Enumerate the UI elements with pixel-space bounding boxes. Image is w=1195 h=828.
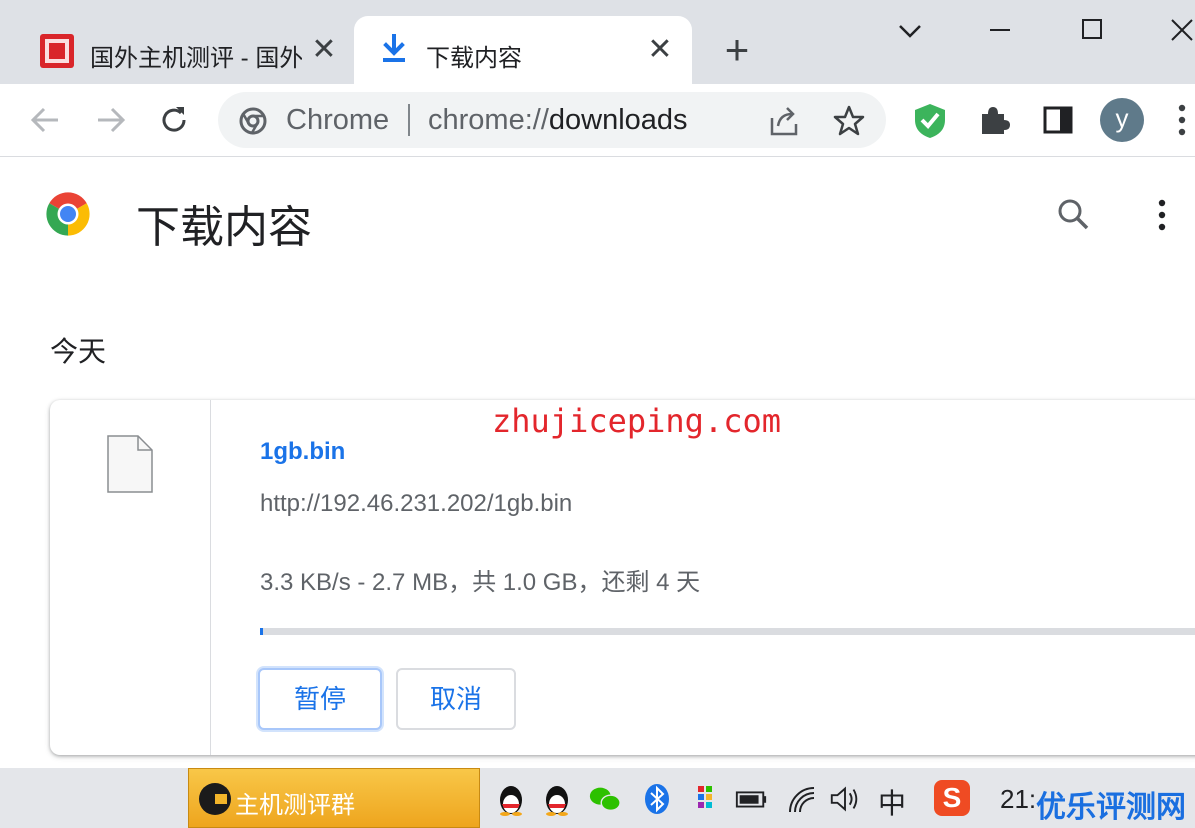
cancel-button[interactable]: 取消 (396, 668, 516, 730)
bluetooth-icon[interactable] (640, 782, 674, 816)
download-url-link[interactable]: http://192.46.231.202/1gb.bin (260, 490, 572, 518)
progress-bar-fill (260, 628, 263, 635)
group-avatar-icon (199, 783, 231, 815)
file-icon (107, 435, 153, 493)
chrome-logo-icon (239, 107, 267, 135)
download-icon (383, 34, 405, 62)
side-panel-icon[interactable] (1040, 102, 1076, 138)
tab-inactive[interactable]: 国外主机测评 - 国外 ✕ (18, 16, 352, 84)
ime-indicator[interactable]: 中 (878, 782, 906, 822)
close-icon[interactable]: ✕ (642, 32, 678, 68)
site-favicon-icon (40, 34, 74, 68)
qq-icon[interactable] (540, 782, 574, 816)
taskbar-app-qq-group[interactable]: 主机测评群 (188, 768, 480, 828)
qq-icon[interactable] (494, 782, 528, 816)
color-grid-icon[interactable] (688, 782, 722, 816)
search-icon[interactable] (1052, 193, 1094, 235)
omnibox-divider (408, 104, 410, 136)
close-icon[interactable]: ✕ (306, 32, 342, 68)
omnibox-chip: Chrome (286, 104, 390, 136)
toolbar: Chrome chrome://downloads y (0, 84, 1195, 157)
card-divider (210, 400, 211, 755)
tab-search-chevron-icon[interactable] (886, 6, 934, 54)
share-icon[interactable] (766, 104, 802, 138)
close-window-icon[interactable] (1158, 6, 1195, 54)
brand-watermark: 优乐评测网 (1036, 791, 1186, 824)
site-watermark: zhujiceping.com (492, 402, 781, 440)
download-status: 3.3 KB/s - 2.7 MB，共 1.0 GB，还剩 4 天 (260, 569, 701, 596)
sogou-input-icon[interactable]: S (934, 780, 970, 816)
tab-title: 下载内容 (426, 45, 522, 72)
chrome-logo-icon (46, 192, 90, 236)
tab-title: 国外主机测评 - 国外 (90, 45, 302, 72)
section-heading: 今天 (50, 336, 107, 367)
taskbar-app-label: 主机测评群 (235, 792, 355, 819)
bookmark-star-icon[interactable] (832, 104, 866, 138)
forward-icon[interactable] (88, 98, 132, 142)
address-bar[interactable]: Chrome chrome://downloads (218, 92, 886, 148)
clock[interactable]: 21: (1000, 784, 1036, 815)
new-tab-button[interactable]: + (715, 28, 759, 72)
tab-strip: 国外主机测评 - 国外 ✕ 下载内容 ✕ + (0, 0, 1195, 84)
profile-avatar[interactable]: y (1100, 98, 1144, 142)
downloads-page: 下载内容 今天 1gb.bin http://192.46.231.202/1g… (0, 157, 1195, 767)
url-scheme: chrome:// (428, 104, 549, 136)
tab-active[interactable]: 下载内容 ✕ (354, 16, 692, 84)
volume-icon[interactable] (828, 782, 862, 816)
taskbar: 主机测评群 中 S 21: 优乐评测网 (0, 768, 1195, 828)
pause-button[interactable]: 暂停 (258, 668, 382, 730)
url-path: downloads (548, 104, 688, 136)
menu-kebab-icon[interactable] (1172, 100, 1192, 140)
download-item-card: 1gb.bin http://192.46.231.202/1gb.bin 3.… (50, 400, 1195, 755)
page-title: 下载内容 (136, 203, 312, 252)
minimize-icon[interactable] (976, 6, 1024, 54)
wechat-icon[interactable] (588, 782, 622, 816)
reload-icon[interactable] (152, 98, 196, 142)
battery-icon[interactable] (734, 782, 768, 816)
progress-bar (260, 628, 1195, 635)
shield-extension-icon[interactable] (912, 102, 948, 140)
download-filename-link[interactable]: 1gb.bin (260, 438, 345, 466)
back-icon[interactable] (24, 98, 68, 142)
omnibox-url: chrome://downloads (428, 104, 688, 137)
extensions-puzzle-icon[interactable] (976, 102, 1012, 138)
more-options-icon[interactable] (1150, 195, 1174, 235)
maximize-icon[interactable] (1068, 6, 1116, 54)
wifi-icon[interactable] (786, 782, 820, 816)
